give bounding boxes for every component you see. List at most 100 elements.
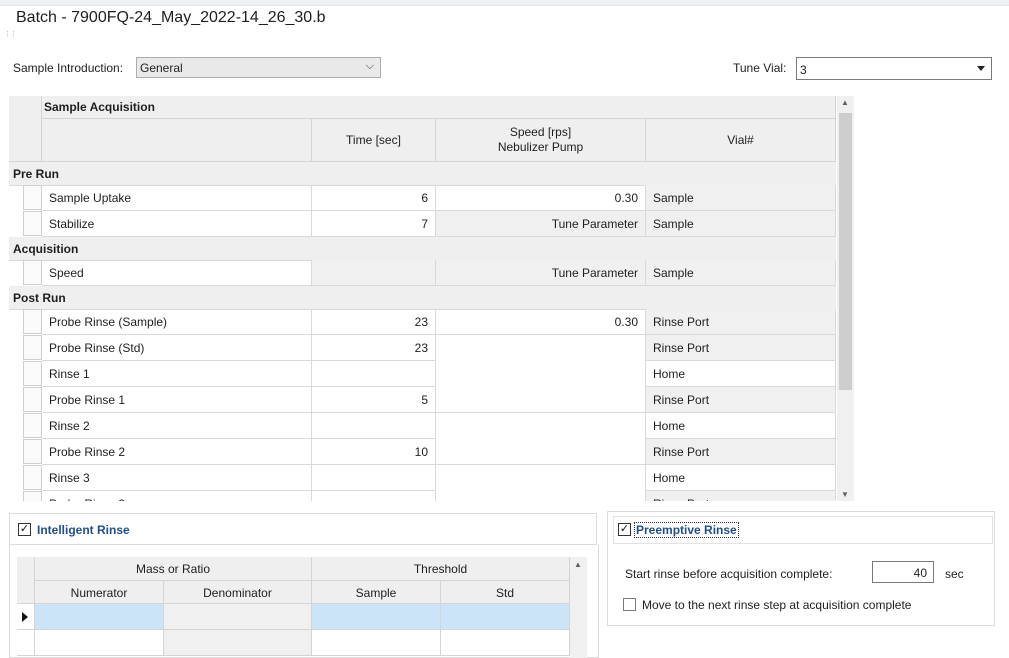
row-selector[interactable] [23,491,42,501]
table-cell-time[interactable]: 5 [312,387,436,413]
table-cell-numerator[interactable] [35,630,164,656]
intelligent-rinse-label[interactable]: Intelligent Rinse [37,523,130,537]
drag-grip-icon[interactable]: ⋮⋮ [4,31,17,41]
table-cell-vial[interactable]: Rinse Port [646,335,836,361]
ir-group-header-threshold: Threshold [312,557,570,581]
column-header-speed-line2: Nebulizer Pump [497,140,584,154]
sample-introduction-label: Sample Introduction: [13,61,124,75]
table-cell-time[interactable]: 23 [312,309,436,335]
row-selector[interactable] [17,630,35,656]
row-selector[interactable] [23,185,42,210]
column-header-name [42,119,312,162]
row-selector[interactable] [23,361,42,386]
table-cell-speed [436,413,646,439]
column-header-std[interactable]: Std [441,581,570,604]
table-cell-speed [436,387,646,413]
table-cell-vial[interactable]: Sample [646,260,836,286]
row-selector[interactable] [23,309,42,334]
next-rinse-step-checkbox[interactable] [623,598,636,611]
scroll-down-icon[interactable]: ▼ [841,490,849,499]
column-header-speed[interactable]: Speed [rps] Nebulizer Pump [436,119,646,162]
ir-group-header-mass: Mass or Ratio [35,557,312,581]
intelligent-rinse-checkbox[interactable]: ✓ [18,523,31,536]
row-selector[interactable] [23,387,42,412]
column-header-time[interactable]: Time [sec] [312,119,436,162]
table-cell-vial[interactable]: Rinse Port [646,439,836,465]
table-cell-denominator[interactable] [164,604,312,630]
table-cell-time[interactable]: 10 [312,439,436,465]
table-cell-vial[interactable]: Rinse Port [646,491,836,501]
table-cell-time[interactable]: 7 [312,211,436,237]
row-selector[interactable] [23,413,42,438]
dropdown-arrow-icon [977,66,985,71]
table-cell-time [312,260,436,286]
table-cell-time[interactable] [312,361,436,387]
table-cell-step: Rinse 1 [42,361,312,387]
preemptive-rinse-label[interactable]: Preemptive Rinse [634,522,739,538]
column-header-denominator[interactable]: Denominator [164,581,312,604]
scroll-up-icon[interactable]: ▲ [841,98,849,107]
table-cell-vial[interactable]: Rinse Port [646,309,836,335]
table-cell-numerator[interactable] [35,604,164,630]
table-cell-vial[interactable]: Home [646,413,836,439]
check-icon: ✓ [19,523,30,535]
table-cell-step: Probe Rinse 1 [42,387,312,413]
grid-corner-cell [9,96,42,162]
table-cell-vial[interactable]: Home [646,465,836,491]
table-cell-speed[interactable]: 0.30 [436,185,646,211]
check-icon: ✓ [619,523,630,535]
table-cell-time[interactable] [312,413,436,439]
table-cell-denominator[interactable] [164,630,312,656]
tune-vial-select[interactable]: 3 [796,57,992,80]
table-cell-speed [436,361,646,387]
row-selector[interactable] [23,335,42,360]
table-cell-vial[interactable]: Sample [646,185,836,211]
table-cell-sample[interactable] [312,604,441,630]
table-cell-speed: Tune Parameter [436,260,646,286]
table-cell-sample[interactable] [312,630,441,656]
sample-acquisition-grid[interactable]: Sample Acquisition Time [sec] Speed [rps… [9,96,854,501]
preemptive-rinse-panel: ✓ Preemptive Rinse Start rinse before ac… [607,511,995,626]
table-cell-step: Probe Rinse 3 [42,491,312,501]
row-selector[interactable] [23,465,42,490]
column-header-numerator[interactable]: Numerator [35,581,164,604]
sample-introduction-value: General [140,61,183,75]
grid-vertical-scrollbar[interactable]: ▲ ▼ [837,96,854,501]
table-cell-speed [436,491,646,501]
column-header-vial[interactable]: Vial# [646,119,836,162]
section-row-pre-run: Pre Run [9,162,836,186]
table-cell-step: Speed [42,260,312,286]
table-cell-time[interactable] [312,465,436,491]
table-cell-std[interactable] [441,630,570,656]
tune-vial-value: 3 [800,63,807,77]
table-cell-vial[interactable]: Home [646,361,836,387]
section-row-acquisition: Acquisition [9,237,836,261]
section-row-post-run: Post Run [9,286,836,310]
table-cell-speed [436,335,646,361]
ir-grid-vertical-scrollbar[interactable]: ▲ [570,557,587,658]
table-cell-speed [436,465,646,491]
column-header-sample[interactable]: Sample [312,581,441,604]
table-cell-vial[interactable]: Sample [646,211,836,237]
seconds-unit-label: sec [945,567,964,581]
row-selector[interactable] [23,439,42,464]
table-cell-time[interactable]: 23 [312,335,436,361]
table-cell-vial[interactable]: Rinse Port [646,387,836,413]
table-cell-speed: Tune Parameter [436,211,646,237]
scroll-up-icon[interactable]: ▲ [574,560,582,569]
sample-introduction-select[interactable]: General ⌵ [136,57,381,78]
table-cell-time[interactable] [312,491,436,501]
table-cell-speed[interactable]: 0.30 [436,309,646,335]
scrollbar-thumb[interactable] [839,113,852,390]
row-selector[interactable] [23,260,42,285]
window-top-strip [0,0,1009,6]
table-cell-speed [436,439,646,465]
table-cell-std[interactable] [441,604,570,630]
row-selector[interactable] [23,211,42,236]
preemptive-rinse-checkbox[interactable]: ✓ [618,523,631,536]
table-cell-time[interactable]: 6 [312,185,436,211]
intelligent-rinse-grid[interactable]: Mass or Ratio Threshold Numerator Denomi… [17,557,587,658]
start-rinse-seconds-input[interactable]: 40 [872,561,934,583]
column-header-speed-line1: Speed [rps] [509,125,572,139]
row-pointer-icon[interactable] [17,604,35,630]
